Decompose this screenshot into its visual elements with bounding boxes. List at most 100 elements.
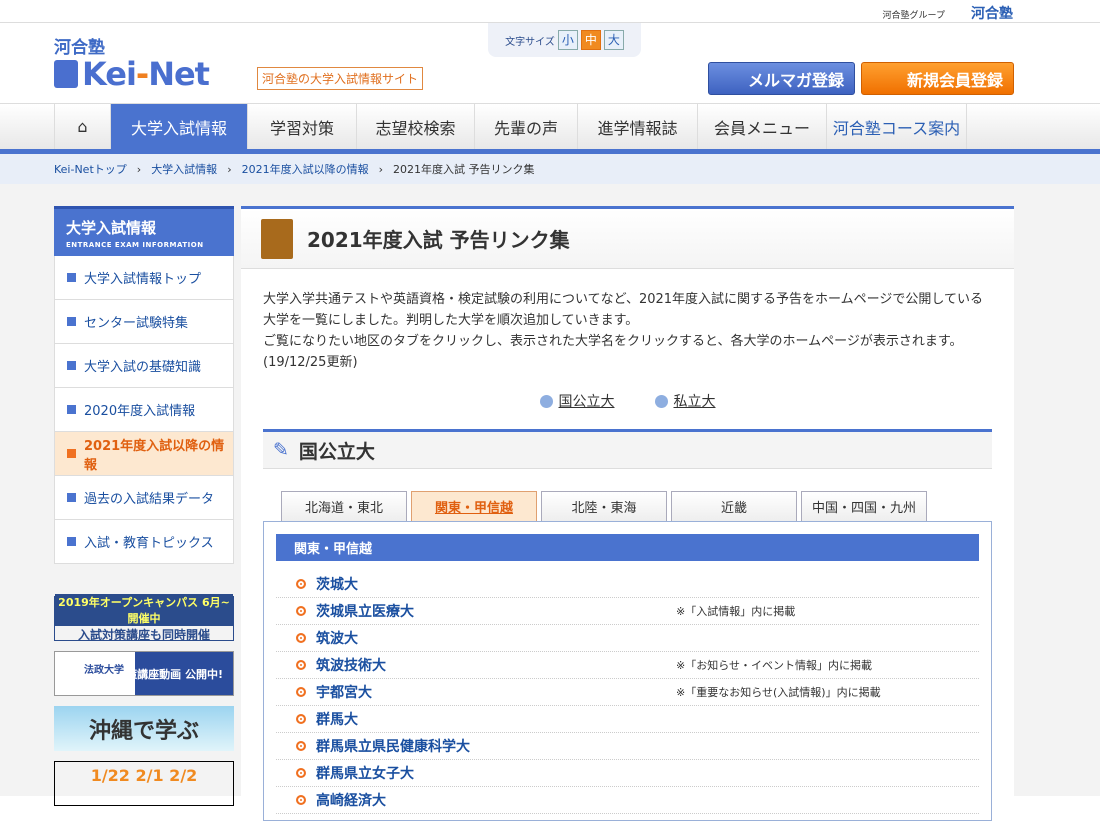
sidebar-subtitle: ENTRANCE EXAM INFORMATION [66, 241, 204, 249]
sidebar-item[interactable]: 2020年度入試情報 [54, 388, 234, 432]
sidebar: 大学入試情報 ENTRANCE EXAM INFORMATION 大学入試情報トッ… [54, 206, 234, 806]
jump-label: 国公立大 [558, 394, 615, 410]
page-header: 2021年度入試 予告リンク集 [241, 209, 1014, 269]
university-row: 茨城大 [276, 571, 979, 598]
sidebar-header: 大学入試情報 ENTRANCE EXAM INFORMATION [54, 206, 234, 256]
bullet-icon [67, 449, 76, 458]
university-link[interactable]: 宇都宮大 [316, 682, 372, 702]
sidebar-item[interactable]: 大学入試の基礎知識 [54, 344, 234, 388]
font-size-switcher: 文字サイズ 小 中 大 [488, 23, 641, 57]
university-link[interactable]: 群馬大 [316, 709, 358, 729]
panel-title: 関東・甲信越 [276, 534, 979, 561]
bullet-icon [67, 317, 76, 326]
sidebar-item[interactable]: 入試・教育トピックス [54, 520, 234, 564]
nav-member-menu[interactable]: 会員メニュー [697, 104, 826, 149]
section-title: 国公立大 [298, 440, 375, 463]
university-link[interactable]: 筑波技術大 [316, 655, 386, 675]
crumb-2021[interactable]: 2021年度入試以降の情報 [242, 161, 369, 177]
register-button[interactable]: 新規会員登録 [861, 62, 1014, 95]
banner-text: 沖縄で学ぶ [88, 717, 199, 744]
university-note: ※「入試情報」内に掲載 [676, 605, 796, 618]
font-size-label: 文字サイズ [505, 36, 555, 48]
font-medium-button[interactable]: 中 [580, 30, 601, 50]
logo-dash: - [135, 55, 149, 93]
font-large-button[interactable]: 大 [603, 30, 624, 50]
university-link[interactable]: 群馬県立女子大 [316, 763, 414, 783]
font-small-button[interactable]: 小 [557, 30, 578, 50]
jump-label: 私立大 [673, 394, 716, 410]
tab-kinki[interactable]: 近畿 [671, 491, 797, 521]
logo-book-icon [54, 60, 78, 88]
nav-seniors[interactable]: 先輩の声 [474, 104, 577, 149]
open-campus-banner[interactable]: 2019年オープンキャンパス 6月~開催中入試対策講座も同時開催 [54, 594, 234, 642]
sidebar-item-label: 大学入試情報トップ [84, 272, 202, 287]
jump-links: 国公立大 私立大 [241, 391, 1014, 411]
tab-kanto[interactable]: 関東・甲信越 [411, 491, 537, 521]
logo-text-net: Net [148, 55, 210, 93]
pencil-icon: ✎ [273, 439, 289, 461]
banner-text: 2019年オープンキャンパス 6月~開催中 [55, 594, 233, 626]
crumb-current: 2021年度入試 予告リンク集 [393, 163, 535, 176]
crumb-top[interactable]: Kei-Netトップ [54, 161, 127, 177]
bullet-icon [67, 537, 76, 546]
university-link[interactable]: 筑波大 [316, 628, 358, 648]
nav-exam-info[interactable]: 大学入試情報 [110, 104, 247, 149]
sidebar-item-label: 入試・教育トピックス [84, 536, 214, 551]
bullet-icon [67, 493, 76, 502]
bullet-icon [296, 795, 306, 805]
university-row: 茨城県立医療大 ※「入試情報」内に掲載 [276, 598, 979, 625]
group-label: 河合塾グループ [882, 11, 945, 21]
university-link[interactable]: 高崎経済大 [316, 790, 386, 810]
sidebar-item-active[interactable]: 2021年度入試以降の情報 [54, 432, 234, 476]
nav-magazine[interactable]: 進学情報誌 [577, 104, 697, 149]
sidebar-item[interactable]: 過去の入試結果データ [54, 476, 234, 520]
nav-school-search[interactable]: 志望校検索 [356, 104, 474, 149]
bullet-icon [67, 361, 76, 370]
sidebar-item-label: センター試験特集 [84, 316, 189, 331]
tab-hokkaido-tohoku[interactable]: 北海道・東北 [281, 491, 407, 521]
site-logo[interactable]: Kei-Net [54, 55, 210, 93]
university-link[interactable]: 茨城県立医療大 [316, 601, 414, 621]
sidebar-title: 大学入試情報 [66, 219, 157, 237]
section-heading: ✎ 国公立大 [263, 429, 992, 469]
sidebar-item-label: 大学入試の基礎知識 [84, 360, 202, 375]
okinawa-banner[interactable]: 沖縄で学ぶ [54, 706, 234, 751]
top-bar: 河合塾グループ 河合塾 [0, 0, 1100, 23]
university-link[interactable]: 群馬県立県民健康科学大 [316, 736, 470, 756]
hosei-banner[interactable]: 法政大学 英語対策講座動画 公開中! [54, 651, 234, 696]
bullet-icon [296, 606, 306, 616]
bullet-icon [296, 579, 306, 589]
notebook-icon [261, 218, 293, 259]
logo-text: Kei [82, 55, 137, 93]
crumb-exam-info[interactable]: 大学入試情報 [151, 161, 217, 177]
university-link[interactable]: 茨城大 [316, 574, 358, 594]
schedule-banner[interactable]: 1/22 2/1 2/2 [54, 761, 234, 806]
university-row: 高崎経済大 [276, 787, 979, 814]
home-icon[interactable]: ⌂ [54, 104, 110, 149]
banner-text: 入試対策講座も同時開催 [77, 628, 210, 642]
intro-text: 大学入学共通テストや英語資格・検定試験の利用についてなど、2021年度入試に関す… [263, 292, 984, 328]
nav-courses[interactable]: 河合塾コース案内 [826, 104, 967, 149]
bullet-icon [296, 741, 306, 751]
sidebar-item[interactable]: センター試験特集 [54, 300, 234, 344]
page-title: 2021年度入試 予告リンク集 [307, 228, 570, 252]
nav-study[interactable]: 学習対策 [247, 104, 356, 149]
sidebar-item[interactable]: 大学入試情報トップ [54, 256, 234, 300]
newsletter-button[interactable]: メルマガ登録 [708, 62, 855, 95]
breadcrumb: Kei-Netトップ › 大学入試情報 › 2021年度入試以降の情報 › 2021年… [0, 154, 1100, 184]
jump-private[interactable]: 私立大 [654, 391, 716, 411]
tab-chugoku-shikoku-kyushu[interactable]: 中国・四国・九州 [801, 491, 927, 521]
banner-text: 法政大学 [84, 665, 124, 676]
sidebar-item-label: 過去の入試結果データ [84, 492, 215, 507]
bullet-icon [296, 633, 306, 643]
jump-national[interactable]: 国公立大 [539, 391, 615, 411]
tab-hokuriku-tokai[interactable]: 北陸・東海 [541, 491, 667, 521]
global-nav: ⌂ 大学入試情報 学習対策 志望校検索 先輩の声 進学情報誌 会員メニュー 河合… [0, 103, 1100, 149]
intro: 大学入学共通テストや英語資格・検定試験の利用についてなど、2021年度入試に関す… [241, 269, 1014, 373]
update-date: (19/12/25更新) [263, 355, 358, 370]
bullet-icon [67, 405, 76, 414]
kawaijuku-link[interactable]: 河合塾 [971, 3, 1013, 23]
banner-text: 1/22 2/1 2/2 [90, 766, 198, 785]
university-note: ※「重要なお知らせ(入試情報)」内に掲載 [676, 686, 881, 699]
university-row: 筑波大 [276, 625, 979, 652]
